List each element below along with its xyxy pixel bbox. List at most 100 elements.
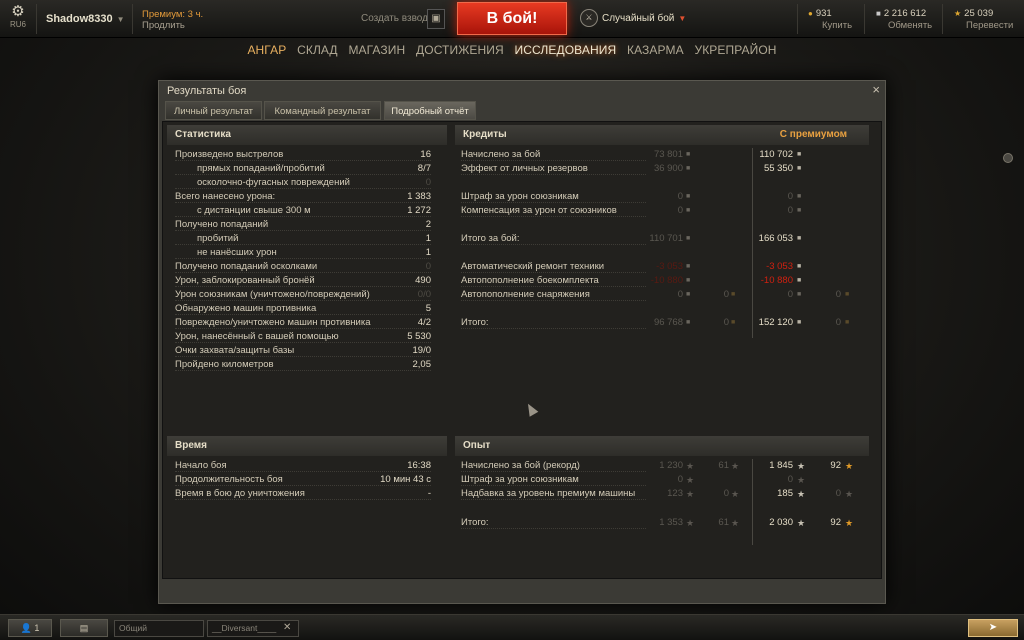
player-name: Shadow8330	[46, 13, 113, 25]
chat-channel-field[interactable]: Общий	[114, 620, 204, 637]
credits-row: Компенсация за урон от союзников 0 ■ 0 ■	[461, 204, 861, 218]
gold-icon: ●	[808, 9, 813, 18]
free-xp-currency[interactable]: ★ 25 039 Перевести	[954, 8, 1013, 32]
credits-icon: ■	[797, 263, 802, 270]
nav-research[interactable]: ИССЛЕДОВАНИЯ	[515, 43, 617, 57]
base-credits: 36 900	[653, 163, 683, 174]
side-indicator-icon[interactable]	[1003, 153, 1013, 163]
base-credits: 0	[677, 205, 683, 216]
extend-premium-link[interactable]: Продлить	[142, 20, 203, 31]
premium-time: Премиум: 3 ч.	[142, 9, 204, 20]
battle-mode-label: Случайный бой	[602, 12, 675, 24]
base-xp: 123	[667, 488, 683, 499]
tab-detailed-report[interactable]: Подробный отчёт	[384, 101, 476, 120]
stats-label: Урон, заблокированный бронёй	[175, 275, 315, 286]
time-label: Продолжительность боя	[175, 474, 283, 485]
credits-currency[interactable]: ■ 2 216 612 Обменять	[876, 8, 932, 32]
close-icon[interactable]: ×	[872, 82, 880, 97]
credits-row: Эффект от личных резервов 36 900 ■ 55 350 ■	[461, 162, 861, 176]
stats-row: Получено попаданий 2	[175, 218, 431, 232]
stats-label: Получено попаданий	[175, 219, 269, 230]
stats-row: осколочно-фугасных повреждений 0	[175, 176, 431, 190]
battle-results-window: Результаты боя × Личный результат Команд…	[158, 80, 886, 604]
xp-label: Штраф за урон союзникам	[461, 474, 579, 485]
gold-amount: 931	[815, 8, 832, 19]
credits-icon: ■	[686, 277, 691, 284]
divider	[864, 4, 865, 34]
send-button[interactable]: ➤	[968, 619, 1018, 637]
premium-status[interactable]: Премиум: 3 ч. Продлить	[142, 9, 203, 31]
time-row: Начало боя 16:38	[175, 459, 431, 473]
star-icon: ★	[731, 489, 740, 499]
settings-button[interactable]: ⚙ RU6	[6, 3, 30, 30]
base-credits: 73 801	[653, 149, 683, 160]
star-icon: ★	[686, 461, 695, 471]
credits-icon: ■	[686, 207, 691, 214]
battle-button[interactable]: В бой!	[457, 2, 567, 35]
nav-achievements[interactable]: ДОСТИЖЕНИЯ	[416, 43, 504, 57]
stats-row: Повреждено/уничтожено машин противника 4/…	[175, 316, 431, 330]
credits-label: Штраф за урон союзникам	[461, 191, 579, 202]
premium-credits: -10 880	[760, 275, 793, 286]
credits-row: Итого: 96 768 ■ 0 ■ 152 120 ■ 0 ■	[461, 316, 861, 330]
divider	[36, 4, 37, 34]
credits-icon: ■	[797, 193, 802, 200]
star-icon: ★	[731, 461, 740, 471]
exchange-link[interactable]: Обменять	[876, 20, 932, 32]
stats-label: осколочно-фугасных повреждений	[197, 177, 350, 188]
main-nav: АНГАР СКЛАД МАГАЗИН ДОСТИЖЕНИЯ ИССЛЕДОВА…	[0, 43, 1024, 57]
stats-value: 1	[425, 247, 431, 258]
premium-credits: 152 120	[758, 317, 793, 328]
nav-depot[interactable]: СКЛАД	[297, 43, 338, 57]
stats-header: Статистика	[167, 125, 447, 145]
premium-xp: 2 030	[769, 517, 793, 528]
players-online-button[interactable]: 👤 1	[8, 619, 52, 637]
gold-currency[interactable]: ● 931 Купить	[808, 8, 852, 32]
xp-row: Итого: 1 353 ★ 61 ★ 2 030 ★ 92 ★	[461, 516, 861, 530]
premium-xp: 185	[777, 488, 793, 499]
credits-label: Эффект от личных резервов	[461, 163, 588, 174]
credits-row: Штраф за урон союзникам 0 ■ 0 ■	[461, 190, 861, 204]
dotted-divider	[461, 328, 646, 329]
nav-stronghold[interactable]: УКРЕПРАЙОН	[694, 43, 776, 57]
stats-label: с дистанции свыше 300 м	[197, 205, 311, 216]
credits-label: Автопополнение боекомплекта	[461, 275, 599, 286]
premium-credits: 0	[787, 205, 793, 216]
battle-mode-select[interactable]: ⚔ Случайный бой ▼	[580, 9, 686, 29]
convert-xp-link[interactable]: Перевести	[954, 20, 1013, 32]
nav-shop[interactable]: МАГАЗИН	[348, 43, 405, 57]
stats-label: Повреждено/уничтожено машин противника	[175, 317, 371, 328]
player-name-button[interactable]: Shadow8330 ▼	[46, 13, 125, 25]
create-platoon-button[interactable]: Создать взвод	[361, 13, 428, 24]
credits-icon: ■	[797, 319, 802, 326]
tab-team-result[interactable]: Командный результат	[264, 101, 381, 120]
stats-row: не нанёсших урон 1	[175, 246, 431, 260]
chat-button[interactable]: ▤	[60, 619, 108, 637]
buy-gold-link[interactable]: Купить	[808, 20, 852, 32]
star-icon: ★	[797, 518, 806, 528]
nav-hangar[interactable]: АНГАР	[247, 43, 286, 57]
stats-row: Урон, нанесённый с вашей помощью 5 530	[175, 330, 431, 344]
tab-personal-result[interactable]: Личный результат	[165, 101, 262, 120]
stats-value: 0	[425, 261, 431, 272]
stats-label: Обнаружено машин противника	[175, 303, 317, 314]
chevron-down-icon: ▼	[678, 13, 687, 23]
gold-icon: ■	[731, 291, 736, 298]
stats-label: не нанёсших урон	[197, 247, 277, 258]
credits-label: Автопополнение снаряжения	[461, 289, 590, 300]
credits-icon: ■	[686, 165, 691, 172]
credits-row: Итого за бой: 110 701 ■ 166 053 ■	[461, 232, 861, 246]
nav-barracks[interactable]: КАЗАРМА	[627, 43, 684, 57]
xp-header: Опыт	[455, 436, 869, 456]
premium-xp: 0	[787, 474, 793, 485]
server-label: RU6	[9, 20, 26, 29]
credits-label: Итого за бой:	[461, 233, 520, 244]
credits-icon: ■	[797, 277, 802, 284]
xp-label: Итого:	[461, 517, 489, 528]
close-icon[interactable]: ✕	[283, 622, 291, 633]
players-count: 1	[34, 623, 40, 633]
base-free-xp: 0	[723, 488, 729, 499]
star-icon: ★	[797, 489, 806, 499]
platoon-icon[interactable]: ▣	[427, 9, 445, 29]
gear-icon: ⚙	[11, 3, 25, 20]
